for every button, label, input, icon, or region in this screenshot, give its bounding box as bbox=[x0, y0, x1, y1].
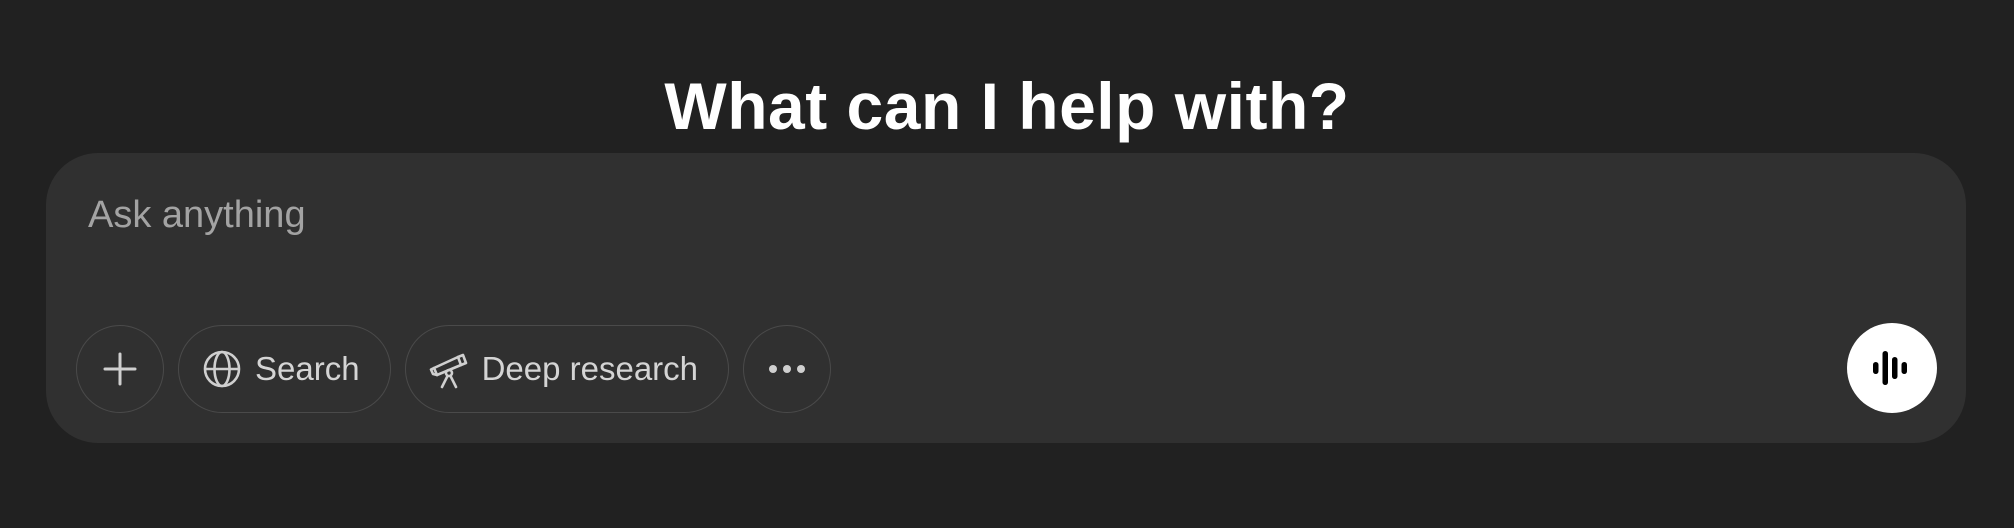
globe-icon bbox=[201, 348, 243, 390]
voice-mode-button[interactable] bbox=[1847, 323, 1937, 413]
deep-research-label: Deep research bbox=[481, 350, 699, 387]
composer-toolbar: Search Deep research bbox=[76, 323, 832, 415]
telescope-icon bbox=[428, 348, 470, 390]
deep-research-button[interactable]: Deep research bbox=[404, 325, 730, 413]
search-button[interactable]: Search bbox=[178, 325, 391, 413]
page-title: What can I help with? bbox=[664, 69, 1350, 144]
search-label: Search bbox=[255, 350, 360, 387]
composer: Search Deep research bbox=[46, 153, 1966, 443]
more-options-button[interactable] bbox=[743, 325, 832, 413]
add-button[interactable] bbox=[76, 325, 164, 413]
page: What can I help with? S bbox=[0, 0, 2014, 528]
ellipsis-icon bbox=[765, 362, 809, 376]
prompt-input[interactable] bbox=[88, 185, 1888, 245]
voice-waveform-icon bbox=[1869, 345, 1915, 391]
plus-icon bbox=[100, 349, 140, 389]
